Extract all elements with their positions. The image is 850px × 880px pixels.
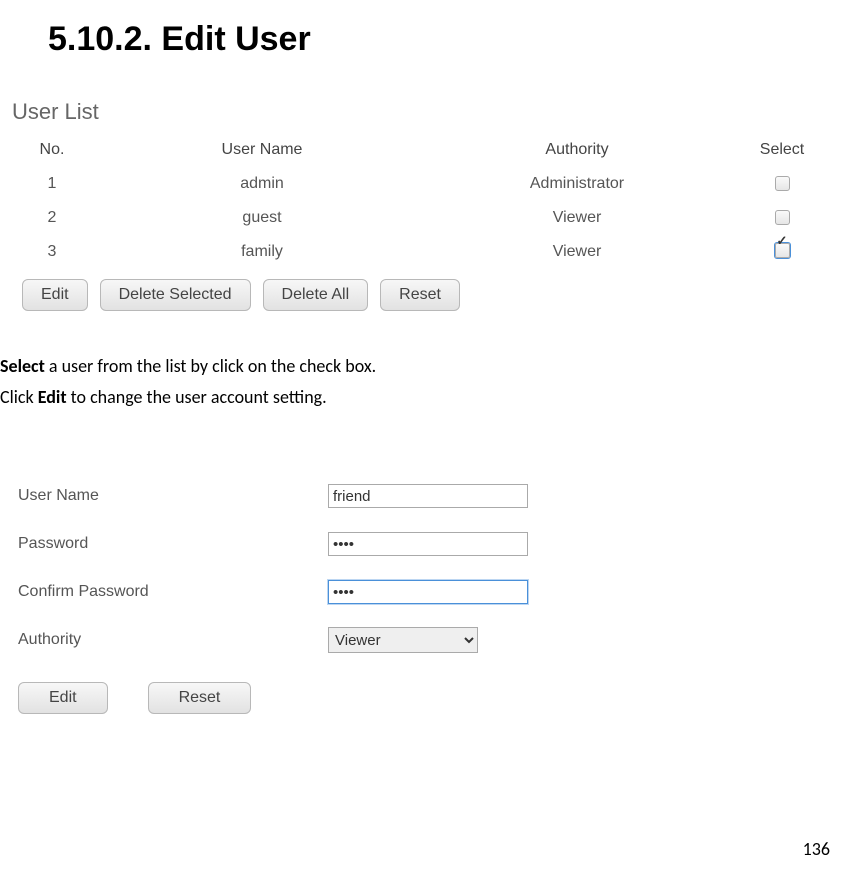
col-header-auth: Authority xyxy=(432,141,722,159)
cell-select xyxy=(722,209,842,227)
authority-label: Authority xyxy=(18,631,328,649)
delete-selected-button[interactable]: Delete Selected xyxy=(100,279,251,311)
form-row-password: Password xyxy=(18,520,850,568)
cell-auth: Administrator xyxy=(432,175,722,193)
delete-all-button[interactable]: Delete All xyxy=(263,279,369,311)
instruction-text-rest: to change the user account setting. xyxy=(67,386,327,408)
page-number: 136 xyxy=(803,838,830,860)
confirm-password-label: Confirm Password xyxy=(18,583,328,601)
instruction-text-pre: Click xyxy=(0,386,38,408)
form-row-username: User Name xyxy=(18,472,850,520)
user-list-buttons: Edit Delete Selected Delete All Reset xyxy=(12,269,850,311)
cell-name: guest xyxy=(92,209,432,227)
authority-select[interactable]: Viewer xyxy=(328,627,478,653)
edit-button[interactable]: Edit xyxy=(18,682,108,714)
cell-auth: Viewer xyxy=(432,243,722,261)
confirm-password-input[interactable] xyxy=(328,580,528,604)
instruction-text-rest: a user from the list by click on the che… xyxy=(45,355,376,377)
password-input[interactable] xyxy=(328,532,528,556)
table-row: 3 family Viewer xyxy=(12,235,850,269)
reset-button[interactable]: Reset xyxy=(148,682,252,714)
edit-button[interactable]: Edit xyxy=(22,279,88,311)
instruction-bold: Select xyxy=(0,355,45,377)
cell-auth: Viewer xyxy=(432,209,722,227)
username-input[interactable] xyxy=(328,484,528,508)
col-header-select: Select xyxy=(722,141,842,159)
cell-name: family xyxy=(92,243,432,261)
edit-form-buttons: Edit Reset xyxy=(18,664,850,714)
col-header-no: No. xyxy=(12,141,92,159)
col-header-name: User Name xyxy=(92,141,432,159)
instruction-bold: Edit xyxy=(38,386,67,408)
user-table-header: No. User Name Authority Select xyxy=(12,133,850,167)
instruction-text: Select a user from the list by click on … xyxy=(0,311,850,412)
cell-select xyxy=(722,242,842,263)
row-checkbox-focus-ring xyxy=(774,242,791,259)
user-list-title: User List xyxy=(12,99,850,133)
instruction-line-1: Select a user from the list by click on … xyxy=(0,351,850,382)
user-table: No. User Name Authority Select 1 admin A… xyxy=(12,133,850,269)
cell-no: 3 xyxy=(12,243,92,261)
cell-select xyxy=(722,175,842,193)
row-checkbox[interactable] xyxy=(775,176,790,191)
instruction-line-2: Click Edit to change the user account se… xyxy=(0,382,850,413)
table-row: 2 guest Viewer xyxy=(12,201,850,235)
password-label: Password xyxy=(18,535,328,553)
cell-no: 1 xyxy=(12,175,92,193)
edit-user-form: User Name Password Confirm Password Auth… xyxy=(0,412,850,714)
cell-no: 2 xyxy=(12,209,92,227)
section-heading: 5.10.2. Edit User xyxy=(0,0,850,99)
user-list-section: User List No. User Name Authority Select… xyxy=(0,99,850,311)
form-row-confirm: Confirm Password xyxy=(18,568,850,616)
form-row-authority: Authority Viewer xyxy=(18,616,850,664)
table-row: 1 admin Administrator xyxy=(12,167,850,201)
row-checkbox[interactable] xyxy=(775,210,790,225)
reset-button[interactable]: Reset xyxy=(380,279,460,311)
username-label: User Name xyxy=(18,487,328,505)
row-checkbox-checked[interactable] xyxy=(775,243,790,258)
cell-name: admin xyxy=(92,175,432,193)
